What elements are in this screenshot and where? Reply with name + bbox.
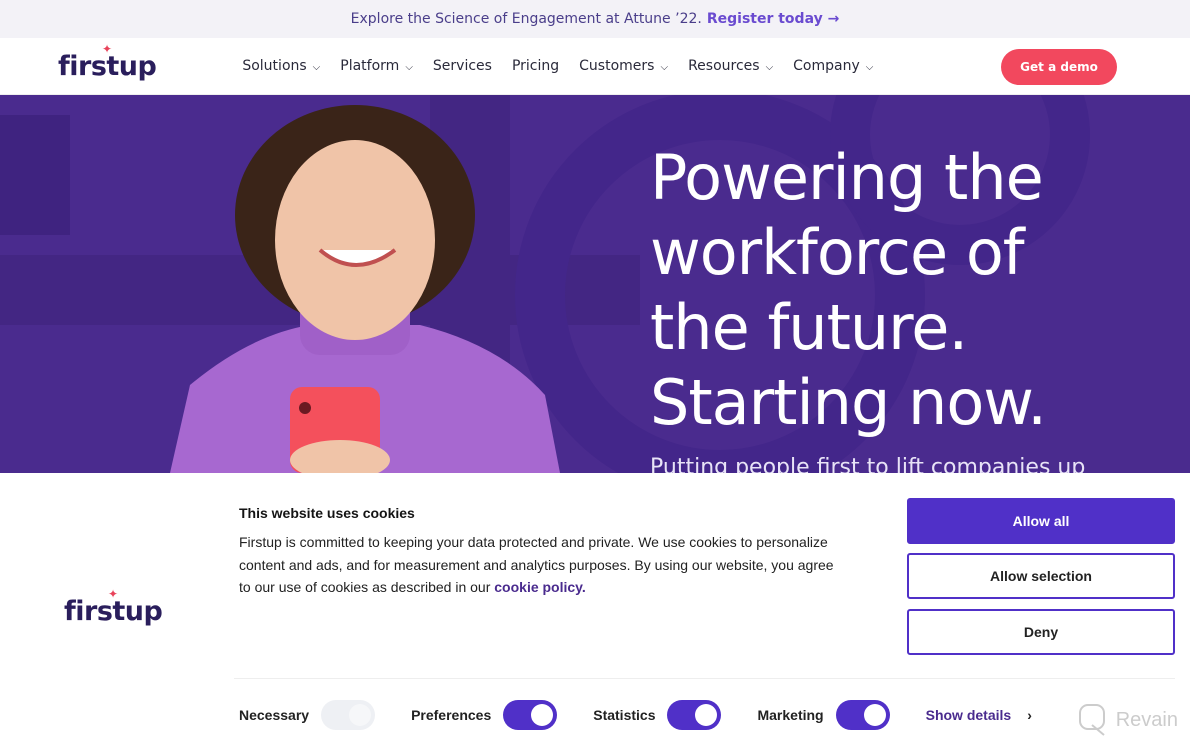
cookie-toggles: Necessary Preferences Statistics Marketing S… [239,700,1032,730]
revain-text: Revain [1115,708,1178,731]
nav-menu: Solutions ⌵ Platform ⌵ Services Pricing Custom… [242,58,873,74]
nav-item-pricing[interactable]: Pricing [512,58,559,74]
nav-item-label: Solutions [242,58,307,74]
chevron-down-icon: ⌵ [405,62,413,73]
nav-item-solutions[interactable]: Solutions ⌵ [242,58,320,74]
chevron-down-icon: ⌵ [660,62,669,73]
hero-headline: Powering the workforce of the future. Start… [650,141,1047,439]
toggle-statistics[interactable] [667,700,722,730]
toggle-label: Preferences [411,707,492,723]
nav-item-company[interactable]: Company ⌵ [793,58,873,74]
nav-item-customers[interactable]: Customers ⌵ [579,58,668,74]
nav-item-resources[interactable]: Resources ⌵ [688,58,773,74]
toggle-label: Marketing [757,707,824,723]
firstup-logo[interactable]: ✦ firstup [58,42,157,82]
cookie-policy-link[interactable]: cookie policy. [494,579,586,595]
nav-item-label: Pricing [511,58,560,74]
nav-item-label: Company [793,58,860,74]
get-demo-button[interactable]: Get a demo [1001,49,1117,85]
promo-text: Explore the Science of Engagement at Att… [350,11,702,27]
chevron-down-icon: ⌵ [765,62,774,73]
cookie-title: This website uses cookies [239,505,415,521]
toggle-necessary [321,700,376,730]
star-icon: ✦ [108,587,118,601]
allow-all-button[interactable]: Allow all [907,498,1175,544]
nav-item-services[interactable]: Services [433,58,492,74]
hero: Powering the workforce of the future. Start… [0,95,1190,473]
cookie-logo: ✦ firstup [64,587,163,627]
nav-item-label: Platform [340,58,400,74]
nav-item-platform[interactable]: Platform ⌵ [340,58,413,74]
promo-banner: Explore the Science of Engagement at Att… [0,0,1190,38]
toggle-marketing[interactable] [835,700,890,730]
nav-item-label: Customers [579,58,655,74]
toggle-label: Statistics [593,707,656,723]
chevron-right-icon: › [1027,707,1032,723]
show-details-link[interactable]: Show details › [926,707,1032,723]
revain-watermark: Revain [1078,703,1178,737]
toggle-preferences[interactable] [503,700,558,730]
register-link[interactable]: Register today → [707,11,839,27]
toggle-label: Necessary [239,707,310,723]
chevron-down-icon: ⌵ [865,62,874,73]
cookie-banner: ✦ firstup This website uses cookies First… [0,473,1190,753]
deny-button[interactable]: Deny [907,609,1175,655]
nav-item-label: Services [432,58,492,74]
cookie-text: Firstup is committed to keeping your dat… [239,534,834,595]
revain-logo-icon [1078,704,1105,736]
hero-subtitle: Putting people first to lift companies u… [650,455,1086,473]
chevron-down-icon: ⌵ [312,62,321,73]
divider [234,678,1175,679]
allow-selection-button[interactable]: Allow selection [907,553,1175,599]
star-icon: ✦ [102,41,112,56]
top-nav: ✦ firstup Solutions ⌵ Platform ⌵ Services Pric… [0,38,1190,95]
nav-item-label: Resources [688,58,760,74]
